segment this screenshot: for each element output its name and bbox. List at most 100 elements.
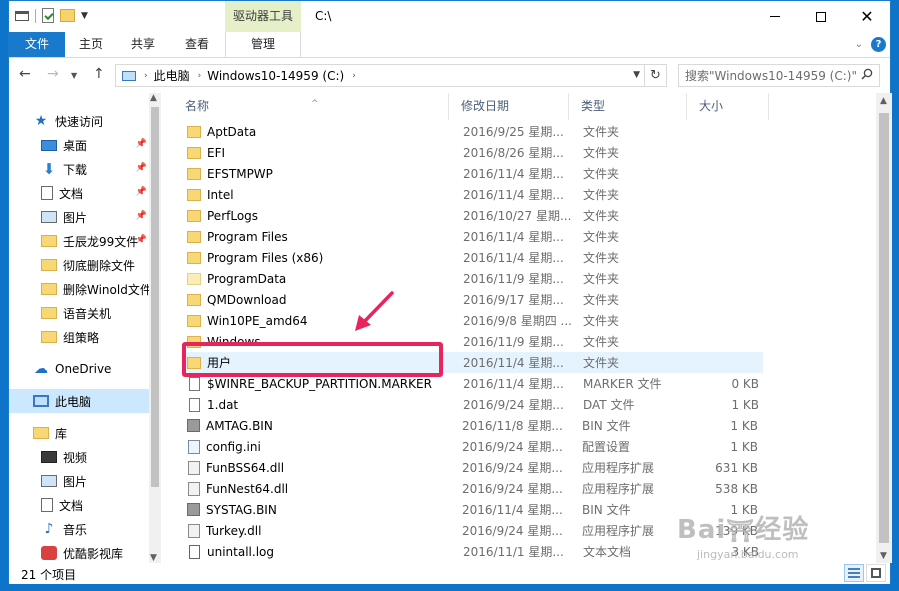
pin-icon[interactable]: 📌 bbox=[136, 139, 147, 149]
baidu-jingyan-watermark: Bai⛩经验 bbox=[677, 515, 810, 545]
address-bar[interactable]: › 此电脑 › Windows10-14959 (C:) › ▼ ↻ bbox=[115, 64, 667, 87]
nav-onedrive[interactable]: ☁ OneDrive bbox=[9, 357, 149, 381]
document-icon bbox=[41, 186, 53, 200]
column-header-date[interactable]: 修改日期 bbox=[449, 93, 569, 120]
search-input[interactable] bbox=[685, 68, 861, 83]
navpane-scrollbar[interactable]: ▲ ▼ bbox=[149, 93, 161, 563]
scroll-down-icon[interactable]: ▼ bbox=[880, 551, 887, 561]
bin-file-icon bbox=[187, 503, 200, 516]
table-row[interactable]: AptData 2016/9/25 星期... 文件夹 bbox=[185, 121, 763, 142]
pin-icon[interactable]: 📌 bbox=[136, 235, 147, 245]
navigation-bar: ← → ▼ ↑ › 此电脑 › Windows10-14959 (C:) › ▼… bbox=[9, 59, 890, 93]
tab-share[interactable]: 共享 bbox=[117, 32, 169, 57]
address-dropdown-chevron-icon[interactable]: ▼ bbox=[633, 70, 640, 80]
nav-videos[interactable]: 视频 bbox=[9, 445, 149, 469]
table-row[interactable]: QMDownload 2016/9/17 星期... 文件夹 bbox=[185, 289, 763, 310]
scrollbar-thumb[interactable] bbox=[151, 107, 159, 487]
nav-folder-2[interactable]: 彻底删除文件 bbox=[9, 253, 149, 277]
ribbon-right-controls: ⌄ ? bbox=[855, 37, 886, 52]
table-row[interactable]: Intel 2016/11/4 星期... 文件夹 bbox=[185, 184, 763, 205]
nav-item-label: 桌面 bbox=[63, 138, 88, 153]
table-row[interactable]: config.ini 2016/9/24 星期... 配置设置 1 KB bbox=[185, 436, 763, 457]
nav-folder-5[interactable]: 组策略 bbox=[9, 325, 149, 349]
log-file-icon bbox=[189, 544, 200, 559]
file-date: 2016/9/25 星期... bbox=[463, 125, 564, 139]
music-icon: ♪ bbox=[44, 521, 54, 537]
close-button[interactable]: ✕ bbox=[844, 1, 890, 32]
scroll-down-icon[interactable]: ▼ bbox=[150, 553, 157, 563]
customize-toolbar-chevron-icon[interactable]: ▼ bbox=[81, 11, 88, 21]
scroll-up-icon[interactable]: ▲ bbox=[150, 93, 157, 103]
table-row[interactable]: Program Files (x86) 2016/11/4 星期... 文件夹 bbox=[185, 247, 763, 268]
details-view-button[interactable] bbox=[844, 564, 864, 582]
nav-folder-4[interactable]: 语音关机 bbox=[9, 301, 149, 325]
refresh-button[interactable]: ↻ bbox=[644, 65, 666, 86]
up-button[interactable]: ↑ bbox=[93, 66, 105, 82]
scroll-up-icon[interactable]: ▲ bbox=[880, 96, 887, 106]
table-row[interactable]: PerfLogs 2016/10/27 星期... 文件夹 bbox=[185, 205, 763, 226]
nav-item-label: OneDrive bbox=[55, 362, 112, 376]
search-icon[interactable] bbox=[861, 68, 873, 80]
video-icon bbox=[41, 451, 57, 463]
column-header-name[interactable]: 名称 ^ bbox=[173, 93, 449, 120]
nav-downloads[interactable]: ⬇ 下载 📌 bbox=[9, 157, 149, 181]
library-icon bbox=[33, 427, 49, 439]
folder-icon bbox=[41, 307, 57, 319]
table-row[interactable]: EFSTMPWP 2016/11/4 星期... 文件夹 bbox=[185, 163, 763, 184]
column-header-type[interactable]: 类型 bbox=[569, 93, 687, 120]
file-type: 文件夹 bbox=[583, 167, 620, 181]
minimize-button[interactable] bbox=[752, 1, 798, 32]
table-row[interactable]: 1.dat 2016/9/24 星期... DAT 文件 1 KB bbox=[185, 394, 763, 415]
recent-locations-chevron-icon[interactable]: ▼ bbox=[71, 71, 77, 80]
breadcrumb-drive-c[interactable]: Windows10-14959 (C:) bbox=[207, 69, 344, 83]
nav-folder-3[interactable]: 删除Winold文件 bbox=[9, 277, 149, 301]
column-header-size[interactable]: 大小 bbox=[687, 93, 769, 120]
tab-view[interactable]: 查看 bbox=[169, 32, 225, 57]
pin-icon[interactable]: 📌 bbox=[136, 187, 147, 197]
breadcrumb-chevron-icon[interactable]: › bbox=[144, 71, 148, 81]
tab-file[interactable]: 文件 bbox=[9, 32, 65, 57]
tab-home[interactable]: 主页 bbox=[65, 32, 117, 57]
breadcrumb-this-pc[interactable]: 此电脑 bbox=[154, 67, 190, 84]
nav-libraries[interactable]: 库 bbox=[9, 421, 149, 445]
new-folder-icon[interactable] bbox=[60, 9, 75, 22]
folder-icon bbox=[187, 125, 201, 138]
file-type: 应用程序扩展 bbox=[582, 482, 655, 496]
folder-icon bbox=[187, 230, 201, 243]
nav-youku-library[interactable]: 优酷影视库 bbox=[9, 541, 149, 565]
pin-icon[interactable]: 📌 bbox=[136, 211, 147, 221]
expand-ribbon-chevron-icon[interactable]: ⌄ bbox=[855, 39, 863, 50]
maximize-button[interactable] bbox=[798, 1, 844, 32]
file-list-scrollbar[interactable]: ▲ ▼ bbox=[876, 93, 892, 563]
breadcrumb-chevron-icon[interactable]: › bbox=[198, 71, 202, 81]
table-row[interactable]: FunBSS64.dll 2016/9/24 星期... 应用程序扩展 631 KB bbox=[185, 457, 763, 478]
properties-icon[interactable] bbox=[42, 8, 54, 23]
search-box[interactable] bbox=[678, 64, 880, 87]
nav-lib-pictures[interactable]: 图片 bbox=[9, 469, 149, 493]
nav-music[interactable]: ♪ 音乐 bbox=[9, 517, 149, 541]
annotation-arrow-icon bbox=[355, 291, 394, 331]
scrollbar-thumb[interactable] bbox=[879, 113, 889, 543]
table-row[interactable]: FunNest64.dll 2016/9/24 星期... 应用程序扩展 538 KB bbox=[185, 478, 763, 499]
table-row[interactable]: Program Files 2016/11/4 星期... 文件夹 bbox=[185, 226, 763, 247]
nav-desktop[interactable]: 桌面 📌 bbox=[9, 133, 149, 157]
nav-folder-1[interactable]: 壬辰龙99文件 📌 bbox=[9, 229, 149, 253]
nav-pictures[interactable]: 图片 📌 bbox=[9, 205, 149, 229]
back-button[interactable]: ← bbox=[19, 66, 31, 82]
forward-button[interactable]: → bbox=[47, 66, 59, 82]
help-icon[interactable]: ? bbox=[871, 37, 886, 52]
breadcrumb-chevron-icon[interactable]: › bbox=[352, 71, 356, 81]
nav-lib-documents[interactable]: 文档 bbox=[9, 493, 149, 517]
table-row[interactable]: EFI 2016/8/26 星期... 文件夹 bbox=[185, 142, 763, 163]
large-icons-view-button[interactable] bbox=[866, 564, 886, 582]
nav-item-label: 语音关机 bbox=[63, 306, 112, 321]
tab-manage[interactable]: 管理 bbox=[225, 32, 301, 57]
nav-quick-access[interactable]: ★ 快速访问 bbox=[9, 109, 149, 133]
pin-icon[interactable]: 📌 bbox=[136, 163, 147, 173]
file-type: 文件夹 bbox=[583, 146, 620, 160]
nav-documents[interactable]: 文档 📌 bbox=[9, 181, 149, 205]
nav-this-pc[interactable]: 此电脑 bbox=[9, 389, 149, 413]
table-row[interactable]: Win10PE_amd64 2016/9/8 星期四 ... 文件夹 bbox=[185, 310, 763, 331]
table-row[interactable]: ProgramData 2016/11/9 星期... 文件夹 bbox=[185, 268, 763, 289]
table-row[interactable]: AMTAG.BIN 2016/11/8 星期... BIN 文件 1 KB bbox=[185, 415, 763, 436]
